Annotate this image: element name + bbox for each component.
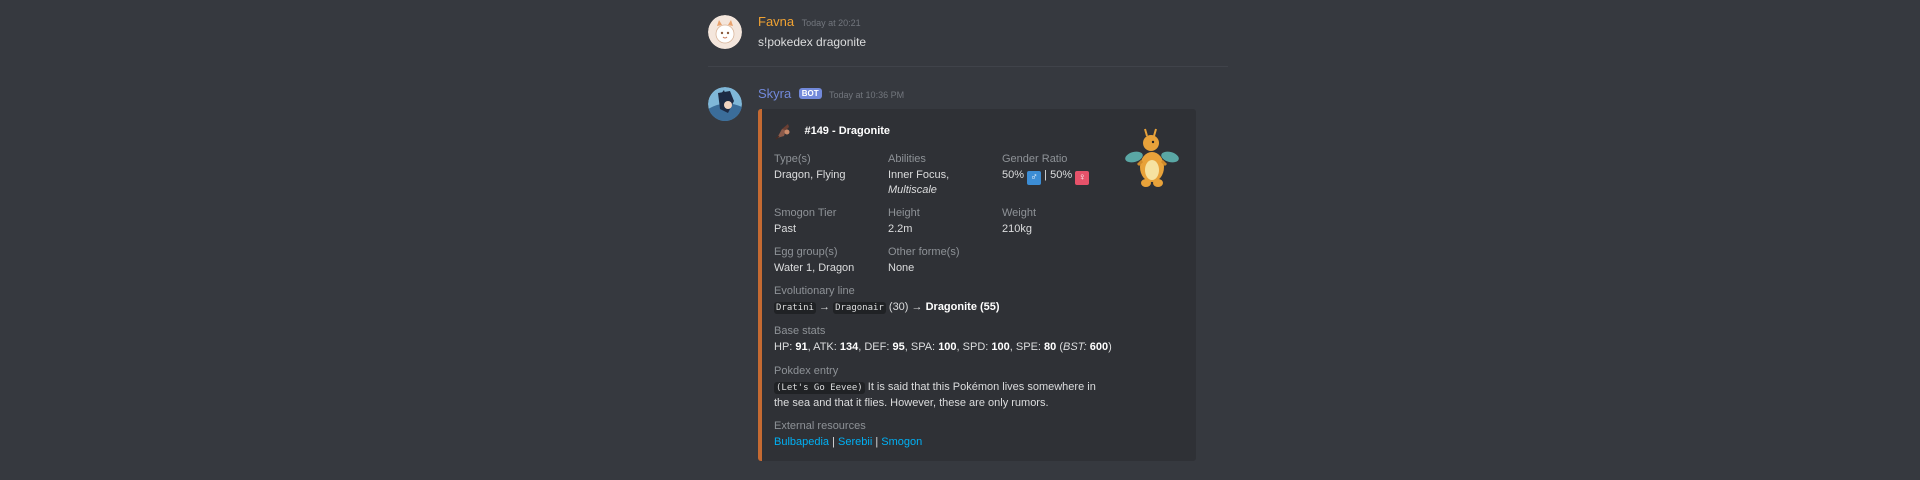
- field-name: Height: [888, 207, 920, 219]
- field-value: Water 1, Dragon: [774, 262, 855, 274]
- field-value: (Let's Go Eevee) It is said that this Po…: [774, 380, 1104, 411]
- field-value: Inner Focus, Multiscale: [888, 168, 998, 198]
- field-other-formes: Other forme(s) None: [888, 245, 998, 276]
- dex-entry-game: (Let's Go Eevee): [774, 382, 865, 394]
- stat-bst: 600: [1089, 341, 1109, 353]
- embed-author: #149 - Dragonite: [774, 121, 890, 141]
- evo-stage-2-level: (30): [888, 301, 909, 313]
- field-types: Type(s) Dragon, Flying: [774, 152, 884, 183]
- chat-area: Favna Today at 20:21 s!pokedex dragonite…: [700, 0, 1230, 480]
- smogon-link[interactable]: Smogon: [881, 436, 922, 448]
- bulbapedia-link[interactable]: Bulbapedia: [774, 436, 829, 448]
- field-name: Smogon Tier: [774, 207, 837, 219]
- serebii-link[interactable]: Serebii: [838, 436, 872, 448]
- field-base-stats: Base stats HP: 91, ATK: 134, DEF: 95, SP…: [774, 324, 1114, 355]
- stat-label: SPE:: [1015, 341, 1041, 353]
- field-name: Base stats: [774, 325, 826, 337]
- field-value: 2.2m: [888, 223, 913, 235]
- pokedex-embed: #149 - Dragonite Type(s) Dragon, Flying …: [758, 109, 1196, 461]
- message-divider: [708, 66, 1228, 67]
- separator: |: [875, 436, 879, 448]
- male-icon: ♂: [1027, 171, 1042, 185]
- message-text: s!pokedex dragonite: [758, 35, 867, 49]
- field-value: Dragon, Flying: [774, 169, 846, 181]
- avatar-favna[interactable]: [708, 15, 742, 49]
- username[interactable]: Favna: [758, 14, 794, 29]
- field-pokedex-entry: Pokdex entry (Let's Go Eevee) It is said…: [774, 364, 1104, 411]
- field-name: Pokdex entry: [774, 365, 839, 377]
- female-ratio: 50%: [1050, 169, 1073, 181]
- evo-arrow: →: [911, 301, 923, 313]
- separator: |: [832, 436, 835, 448]
- male-ratio: 50%: [1002, 169, 1025, 181]
- field-value: HP: 91, ATK: 134, DEF: 95, SPA: 100, SPD…: [774, 341, 1112, 353]
- ability-1: Inner Focus,: [888, 169, 950, 181]
- stat-def: 95: [892, 341, 905, 353]
- ability-hidden: Multiscale: [888, 184, 937, 196]
- evo-stage-2: Dragonair: [833, 302, 886, 314]
- stat-label: SPD:: [962, 341, 989, 353]
- embed-author-name: #149 - Dragonite: [804, 125, 891, 137]
- field-value: 50% ♂ | 50% ♀: [1002, 168, 1122, 185]
- message-header: Skyra BOT Today at 10:36 PM: [758, 86, 1228, 102]
- avatar-skyra[interactable]: [708, 87, 742, 121]
- timestamp: Today at 10:36 PM: [829, 90, 905, 100]
- message-body: Favna Today at 20:21 s!pokedex dragonite: [758, 14, 1228, 49]
- field-name: External resources: [774, 420, 866, 432]
- evo-stage-1: Dratini: [774, 302, 816, 314]
- field-name: Other forme(s): [888, 246, 960, 258]
- stat-spd: 100: [991, 341, 1010, 353]
- field-weight: Weight 210kg: [1002, 206, 1122, 237]
- pokemon-sprite-icon: [774, 121, 794, 141]
- field-name: Evolutionary line: [774, 285, 855, 297]
- evo-stage-3: Dragonite (55): [925, 301, 1000, 313]
- field-name: Abilities: [888, 153, 926, 165]
- field-value: Past: [774, 223, 797, 235]
- field-name: Weight: [1002, 207, 1037, 219]
- field-height: Height 2.2m: [888, 206, 998, 237]
- field-name: Type(s): [774, 153, 811, 165]
- stat-atk: 134: [839, 341, 859, 353]
- message-header: Favna Today at 20:21: [758, 14, 1228, 30]
- field-external-resources: External resources Bulbapedia | Serebii …: [774, 419, 1114, 450]
- field-value: Bulbapedia | Serebii | Smogon: [774, 435, 1114, 450]
- stat-spe: 80: [1044, 341, 1057, 353]
- field-value: Dratini → Dragonair (30) → Dragonite (55…: [774, 300, 1114, 316]
- field-egg-groups: Egg group(s) Water 1, Dragon: [774, 245, 884, 276]
- stat-label: HP:: [774, 341, 793, 353]
- separator: |: [1044, 169, 1048, 181]
- stat-spa: 100: [938, 341, 957, 353]
- field-name: Gender Ratio: [1002, 153, 1068, 165]
- stat-label: SPA:: [910, 341, 936, 353]
- bot-tag: BOT: [798, 88, 822, 99]
- field-name: Egg group(s): [774, 246, 838, 258]
- female-icon: ♀: [1075, 171, 1090, 185]
- stat-label: DEF:: [864, 341, 890, 353]
- dragonite-thumbnail[interactable]: [1124, 127, 1180, 193]
- field-evolutionary-line: Evolutionary line Dratini → Dragonair (3…: [774, 284, 1114, 316]
- field-value: 210kg: [1002, 223, 1032, 235]
- field-value: None: [888, 262, 915, 274]
- username[interactable]: Skyra: [758, 86, 791, 101]
- message-body: Skyra BOT Today at 10:36 PM: [758, 86, 1228, 102]
- stat-hp: 91: [795, 341, 808, 353]
- timestamp: Today at 20:21: [801, 18, 861, 28]
- stat-label: BST:: [1063, 341, 1087, 353]
- stat-label: ATK:: [813, 341, 837, 353]
- evo-arrow: →: [819, 301, 830, 313]
- field-gender-ratio: Gender Ratio 50% ♂ | 50% ♀: [1002, 152, 1122, 185]
- field-abilities: Abilities Inner Focus, Multiscale: [888, 152, 998, 198]
- field-smogon-tier: Smogon Tier Past: [774, 206, 884, 237]
